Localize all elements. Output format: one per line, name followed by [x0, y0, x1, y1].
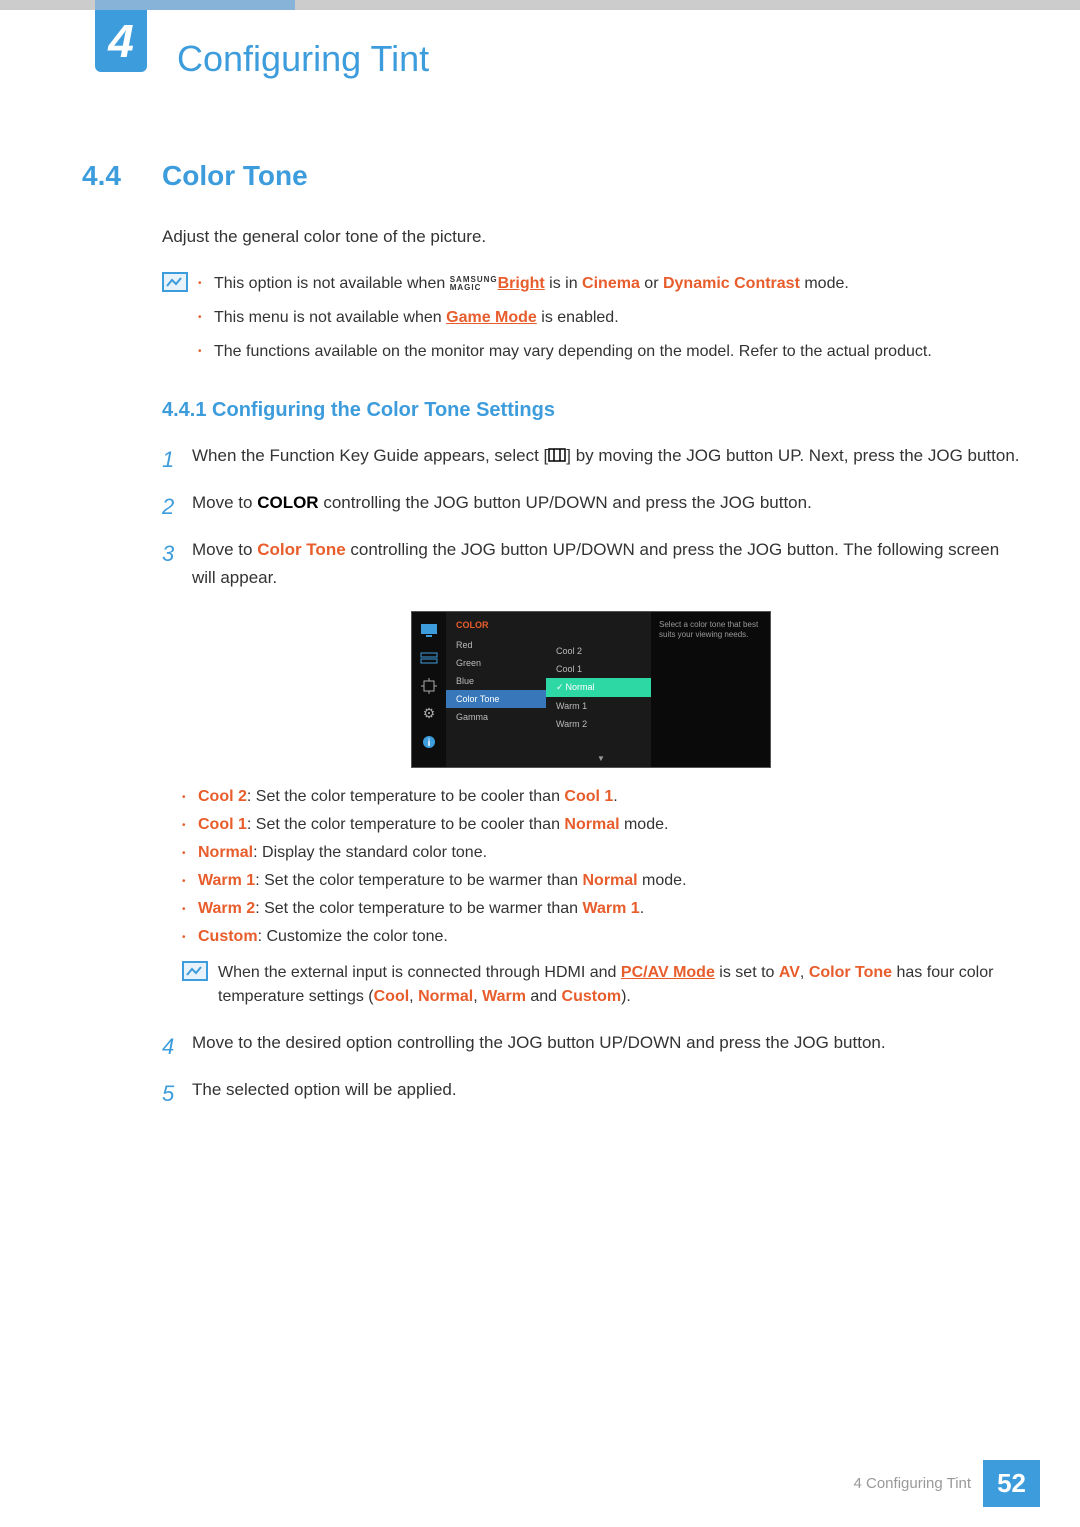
chapter-number-badge: 4 — [95, 10, 147, 72]
osd-menu-header: COLOR — [446, 620, 546, 636]
down-arrow-icon: ▼ — [597, 754, 605, 763]
osd-menu-red: Red — [446, 636, 546, 654]
osd-menu-blue: Blue — [446, 672, 546, 690]
option-warm1: Warm 1: Set the color temperature to be … — [182, 872, 1020, 890]
section-title: Color Tone — [162, 160, 308, 192]
top-accent-bar — [0, 0, 1080, 10]
step-4: 4 Move to the desired option controlling… — [162, 1029, 1020, 1064]
gear-icon: ⚙ — [419, 706, 439, 722]
info-icon: i — [419, 734, 439, 750]
note-icon — [182, 961, 208, 981]
monitor-icon — [419, 622, 439, 638]
osd-screenshot: ⚙ i COLOR Red Green Blue Color Tone Gamm… — [411, 611, 771, 768]
osd-option-warm2: Warm 2 — [546, 715, 651, 733]
footer-page-number: 52 — [983, 1460, 1040, 1507]
chapter-title: Configuring Tint — [177, 38, 429, 80]
section-number: 4.4 — [82, 160, 162, 192]
note-icon — [162, 272, 188, 292]
option-normal: Normal: Display the standard color tone. — [182, 844, 1020, 862]
resize-icon — [419, 678, 439, 694]
osd-option-normal: ✓Normal — [546, 678, 651, 697]
note-bullet-2: This menu is not available when Game Mod… — [198, 306, 1020, 330]
option-cool1: Cool 1: Set the color temperature to be … — [182, 816, 1020, 834]
osd-option-cool1: Cool 1 — [546, 660, 651, 678]
intro-paragraph: Adjust the general color tone of the pic… — [162, 227, 1020, 247]
note-hdmi: When the external input is connected thr… — [218, 961, 1020, 1009]
step-5: 5 The selected option will be applied. — [162, 1076, 1020, 1111]
option-warm2: Warm 2: Set the color temperature to be … — [182, 900, 1020, 918]
subsection-heading: 4.4.1 Configuring the Color Tone Setting… — [162, 399, 1020, 422]
menu-icon — [548, 443, 566, 470]
svg-text:i: i — [428, 738, 431, 749]
option-custom: Custom: Customize the color tone. — [182, 928, 1020, 946]
osd-menu-gamma: Gamma — [446, 708, 546, 726]
osd-option-warm1: Warm 1 — [546, 697, 651, 715]
step-2: 2 Move to COLOR controlling the JOG butt… — [162, 489, 1020, 524]
step-1: 1 When the Function Key Guide appears, s… — [162, 442, 1020, 477]
osd-menu-green: Green — [446, 654, 546, 672]
note-bullet-3: The functions available on the monitor m… — [198, 340, 1020, 364]
osd-option-cool2: Cool 2 — [546, 642, 651, 660]
note-bullet-1: This option is not available when SAMSUN… — [198, 272, 1020, 296]
picture-icon — [419, 650, 439, 666]
osd-description: Select a color tone that best suits your… — [651, 612, 770, 767]
option-cool2: Cool 2: Set the color temperature to be … — [182, 788, 1020, 806]
osd-menu-colortone: Color Tone — [446, 690, 546, 708]
step-3: 3 Move to Color Tone controlling the JOG… — [162, 536, 1020, 590]
footer-chapter-text: 4 Configuring Tint — [854, 1475, 972, 1492]
